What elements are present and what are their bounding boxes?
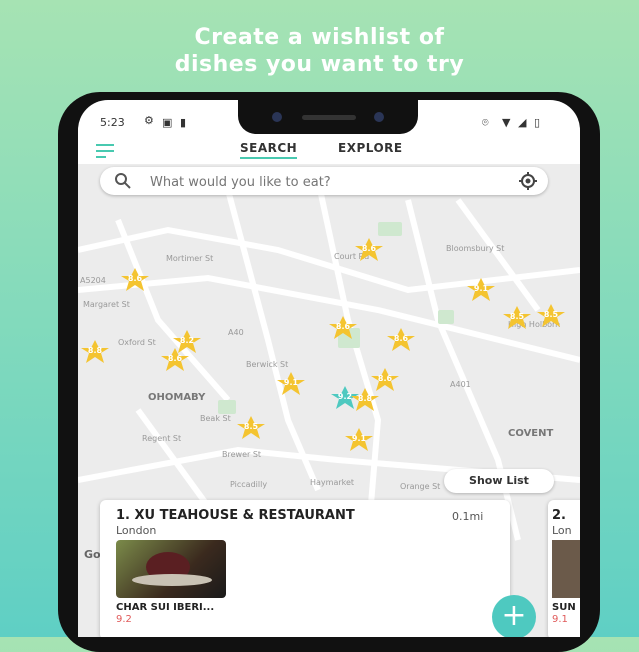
- search-input[interactable]: [148, 171, 512, 193]
- rating-star-marker[interactable]: 9.1: [464, 278, 498, 302]
- rating-star-marker[interactable]: 8.6: [384, 328, 418, 352]
- restaurant-card[interactable]: 1. XU TEAHOUSE & RESTAURANT London 0.1mi…: [100, 500, 510, 637]
- restaurant-title: 2.: [552, 508, 566, 523]
- rating-value: 8.6: [361, 244, 377, 253]
- signal-icon: ◢: [518, 116, 527, 129]
- restaurant-distance: 0.1mi: [452, 510, 484, 523]
- search-icon: [115, 173, 131, 189]
- tab-explore[interactable]: EXPLORE: [338, 141, 403, 155]
- rating-star-marker[interactable]: 8.6: [326, 316, 360, 340]
- map-label: COVENT: [508, 428, 554, 439]
- speaker-grille: [302, 115, 356, 120]
- restaurant-location: London: [116, 524, 157, 537]
- headline: Create a wishlist of dishes you want to …: [0, 24, 639, 78]
- dish-rating: 9.2: [116, 614, 132, 625]
- rating-star-marker[interactable]: 8.6: [158, 348, 192, 372]
- map-label: Oxford St: [118, 338, 156, 347]
- sd-card-icon: ▮: [180, 116, 187, 129]
- rating-value: 8.8: [87, 346, 103, 355]
- rating-value: 8.6: [393, 334, 409, 343]
- my-location-icon[interactable]: [518, 171, 538, 191]
- camera-icon: [272, 112, 282, 122]
- rating-value: 8.6: [377, 374, 393, 383]
- rating-value: 8.5: [243, 422, 259, 431]
- map-label: OHOMABY: [148, 392, 206, 403]
- map-label: A40: [228, 328, 244, 337]
- rating-value: 8.8: [357, 394, 373, 403]
- restaurant-card-next[interactable]: 2. Lon SUN 9.1: [548, 500, 580, 637]
- rating-value: 8.5: [509, 312, 525, 321]
- add-button[interactable]: +: [492, 595, 536, 637]
- dish-name: CHAR SUI IBERI...: [116, 602, 215, 613]
- rating-star-marker[interactable]: 8.8: [78, 340, 112, 364]
- dish-name: SUN: [552, 602, 576, 613]
- tab-bar: SEARCH EXPLORE: [78, 138, 580, 164]
- rating-star-marker[interactable]: 9.1: [342, 428, 376, 452]
- headline-line-1: Create a wishlist of: [194, 25, 445, 50]
- map-label: Berwick St: [246, 360, 289, 369]
- rating-star-marker[interactable]: 9.1: [274, 372, 308, 396]
- location-icon: ⌾: [482, 116, 489, 129]
- rating-star-marker[interactable]: 8.5: [234, 416, 268, 440]
- status-time: 5:23: [100, 116, 125, 129]
- rating-value: 8.6: [335, 322, 351, 331]
- map-label: Regent St: [142, 434, 182, 443]
- app-screen: A5204 Mortimer St Margaret St Oxford St …: [78, 100, 580, 637]
- rating-value: 8.2: [179, 336, 195, 345]
- rating-star-marker[interactable]: 8.8: [348, 388, 382, 412]
- map-label: Margaret St: [83, 300, 130, 309]
- map-label: Brewer St: [222, 450, 262, 459]
- dish-rating: 9.1: [552, 614, 568, 625]
- rating-value: 8.6: [167, 354, 183, 363]
- headline-line-2: dishes you want to try: [174, 52, 465, 77]
- restaurant-title: 1. XU TEAHOUSE & RESTAURANT: [116, 508, 355, 523]
- rating-value: 9.1: [283, 378, 299, 387]
- rating-value: 8.5: [543, 310, 559, 319]
- rating-value: 9.1: [351, 434, 367, 443]
- photo-icon: ▣: [162, 116, 173, 129]
- map-label: Beak St: [200, 414, 231, 423]
- rating-star-marker[interactable]: 8.5: [534, 304, 568, 328]
- rating-star-marker[interactable]: 8.6: [118, 268, 152, 292]
- search-bar[interactable]: [100, 167, 548, 195]
- map-label: Piccadilly: [230, 480, 268, 489]
- map-label: A401: [450, 380, 471, 389]
- settings-icon: ⚙: [144, 114, 154, 127]
- map-label: Mortimer St: [166, 254, 214, 263]
- dish-photo[interactable]: [552, 540, 580, 598]
- camera-icon: [374, 112, 384, 122]
- rating-star-marker[interactable]: 8.5: [500, 306, 534, 330]
- map-label: Bloomsbury St: [446, 244, 505, 253]
- show-list-button[interactable]: Show List: [444, 469, 554, 493]
- rating-star-marker[interactable]: 8.6: [352, 238, 386, 262]
- phone-notch: [238, 100, 418, 134]
- restaurant-location: Lon: [552, 524, 572, 537]
- menu-icon[interactable]: [96, 144, 114, 162]
- map-label: Orange St: [400, 482, 441, 491]
- map-label: Haymarket: [310, 478, 355, 487]
- dish-photo[interactable]: [116, 540, 226, 598]
- rating-value: 8.6: [127, 274, 143, 283]
- rating-value: 9.1: [473, 284, 489, 293]
- battery-icon: ▯: [534, 116, 541, 129]
- tab-search[interactable]: SEARCH: [240, 141, 298, 159]
- map-label: A5204: [80, 276, 106, 285]
- wifi-icon: ▼: [502, 116, 511, 129]
